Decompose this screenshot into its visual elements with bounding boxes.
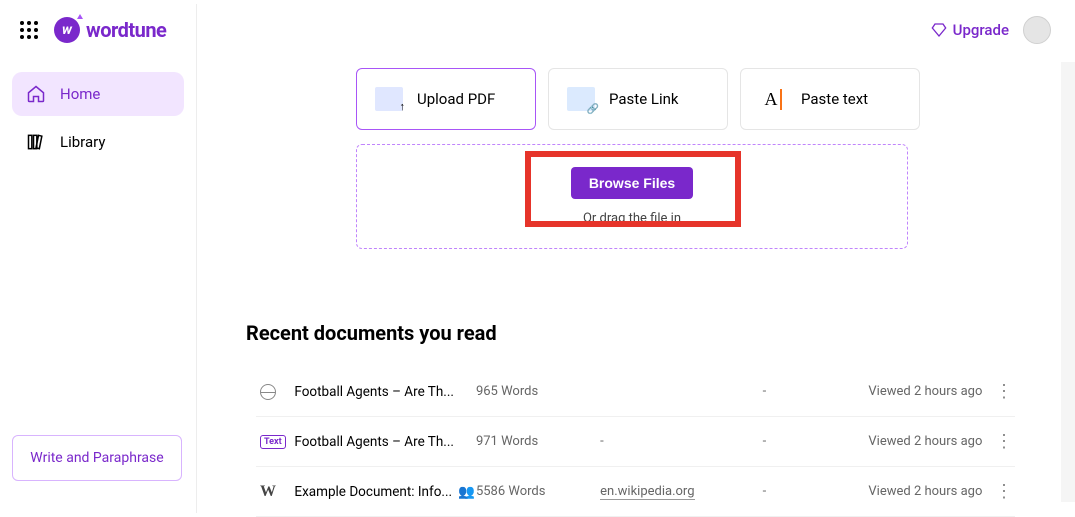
tab-paste-link[interactable]: Paste Link <box>548 68 728 130</box>
logo-mark-icon: w <box>54 17 80 43</box>
doc-source: en.wikipedia.org <box>600 484 762 499</box>
sidebar-item-label: Home <box>60 85 100 103</box>
sidebar-item-library[interactable]: Library <box>12 120 184 164</box>
drag-hint-text: Or drag the file in <box>379 211 885 226</box>
tab-upload-pdf[interactable]: Upload PDF <box>356 68 536 130</box>
sidebar: Home Library <box>0 60 196 180</box>
upgrade-label: Upgrade <box>953 21 1009 39</box>
doc-viewed-time: Viewed 2 hours ago <box>858 484 982 499</box>
tab-paste-text[interactable]: Paste text <box>740 68 920 130</box>
brand-name: wordtune <box>86 18 166 42</box>
tab-label: Paste text <box>801 90 868 108</box>
globe-icon <box>260 384 276 400</box>
doc-source: - <box>600 434 762 449</box>
doc-title: Football Agents – Are Th... <box>294 434 476 450</box>
table-row[interactable]: Text Football Agents – Are Th... 971 Wor… <box>256 417 1015 467</box>
doc-viewed-time: Viewed 2 hours ago <box>858 434 982 449</box>
sidebar-item-home[interactable]: Home <box>12 72 184 116</box>
upgrade-button[interactable]: Upgrade <box>931 21 1009 39</box>
apps-menu-icon[interactable] <box>20 21 38 39</box>
row-menu-icon[interactable]: ⋮ <box>982 481 1011 502</box>
row-menu-icon[interactable]: ⋮ <box>982 381 1011 402</box>
doc-word-count: 5586 Words <box>476 484 600 499</box>
scrollbar[interactable] <box>1061 62 1075 502</box>
recent-documents-heading: Recent documents you read <box>246 321 1015 345</box>
link-icon <box>567 87 595 111</box>
write-and-paraphrase-button[interactable]: Write and Paraphrase <box>12 435 182 481</box>
pdf-upload-icon <box>375 87 403 111</box>
shared-icon: 👥 <box>458 484 475 500</box>
doc-title: Football Agents – Are Th... <box>294 384 476 400</box>
avatar[interactable] <box>1023 16 1051 44</box>
table-row[interactable]: Football Agents – Are Th... 965 Words - … <box>256 367 1015 417</box>
brand-logo[interactable]: w wordtune <box>54 17 166 43</box>
tab-label: Upload PDF <box>417 90 495 108</box>
doc-meta: - <box>763 484 859 499</box>
upload-dropzone[interactable]: Browse Files Or drag the file in <box>356 144 908 249</box>
main-content: Upload PDF Paste Link Paste text Browse … <box>196 60 1075 517</box>
doc-meta: - <box>763 434 859 449</box>
doc-viewed-time: Viewed 2 hours ago <box>858 384 982 399</box>
table-row[interactable]: W Example Document: Info...👥 5586 Words … <box>256 467 1015 517</box>
doc-meta: - <box>763 384 859 399</box>
doc-word-count: 971 Words <box>476 434 600 449</box>
sidebar-item-label: Library <box>60 133 105 151</box>
browse-files-button[interactable]: Browse Files <box>571 167 693 199</box>
home-icon <box>26 84 46 104</box>
library-icon <box>26 132 46 152</box>
row-menu-icon[interactable]: ⋮ <box>982 431 1011 452</box>
diamond-icon <box>931 22 947 38</box>
text-cursor-icon <box>759 87 787 111</box>
doc-word-count: 965 Words <box>476 384 600 399</box>
text-badge-icon: Text <box>260 435 286 449</box>
tab-label: Paste Link <box>609 90 678 108</box>
doc-title: Example Document: Info...👥 <box>294 484 476 500</box>
wikipedia-icon: W <box>260 483 276 501</box>
